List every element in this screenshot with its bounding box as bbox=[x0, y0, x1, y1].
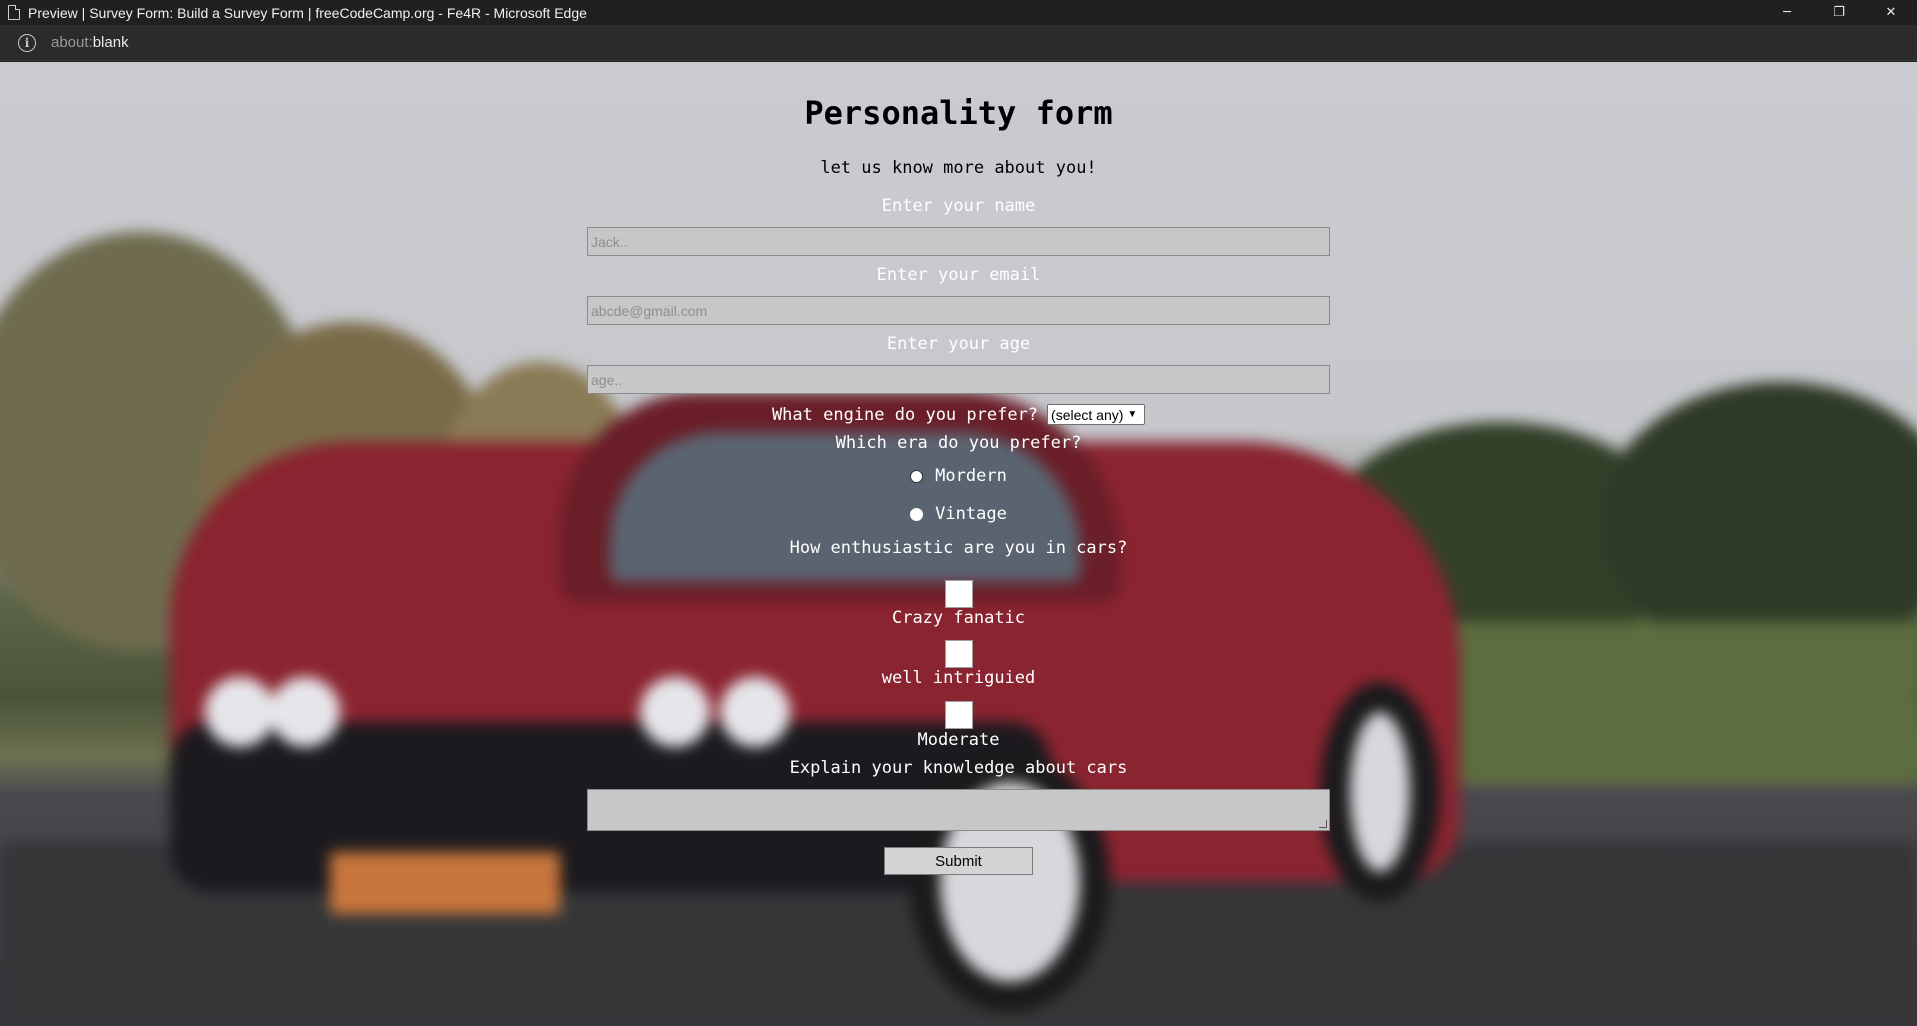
chevron-down-icon: ▼ bbox=[1127, 409, 1138, 420]
info-icon[interactable]: i bbox=[18, 33, 36, 52]
radio-label: Mordern bbox=[935, 466, 1007, 486]
url-scheme: about: bbox=[51, 34, 93, 51]
knowledge-label: Explain your knowledge about cars bbox=[789, 758, 1128, 778]
radio-label: Vintage bbox=[935, 504, 1007, 524]
enthusiasm-label: How enthusiastic are you in cars? bbox=[789, 538, 1128, 558]
era-option-vintage[interactable]: Vintage bbox=[0, 504, 1917, 524]
email-label: Enter your email bbox=[876, 265, 1041, 285]
name-label: Enter your name bbox=[881, 196, 1036, 216]
radio-mordern[interactable] bbox=[910, 469, 924, 483]
checkbox-well-intriguied[interactable] bbox=[945, 640, 973, 668]
engine-label: What engine do you prefer? bbox=[771, 404, 1039, 425]
submit-button[interactable]: Submit bbox=[884, 847, 1033, 875]
engine-selected-value: (select any) bbox=[1051, 406, 1124, 423]
window-title: Preview | Survey Form: Build a Survey Fo… bbox=[28, 4, 587, 21]
era-label: Which era do you prefer? bbox=[835, 433, 1082, 453]
address-bar[interactable]: i about:blank bbox=[0, 25, 1917, 61]
url-host: blank bbox=[92, 34, 129, 51]
checkbox-moderate[interactable] bbox=[945, 701, 973, 729]
radio-vintage[interactable] bbox=[910, 507, 924, 521]
page-title: Personality form bbox=[804, 94, 1113, 132]
engine-dropdown[interactable]: (select any) ▼ bbox=[1047, 404, 1146, 425]
checkbox-label: Moderate bbox=[917, 730, 1000, 750]
page-icon bbox=[8, 5, 20, 20]
description: let us know more about you! bbox=[820, 158, 1097, 178]
checkbox-label: Crazy fanatic bbox=[891, 608, 1026, 628]
url-text[interactable]: about:blank bbox=[51, 34, 129, 51]
age-label: Enter your age bbox=[886, 334, 1031, 354]
name-input[interactable]: Jack.. bbox=[587, 227, 1330, 256]
checkbox-label: well intriguied bbox=[881, 668, 1036, 688]
age-input[interactable]: age.. bbox=[587, 365, 1330, 394]
email-input[interactable]: abcde@gmail.com bbox=[587, 296, 1330, 325]
close-button[interactable]: ✕ bbox=[1865, 0, 1917, 25]
engine-row: What engine do you prefer? (select any) … bbox=[0, 404, 1917, 425]
resize-handle-icon[interactable] bbox=[1319, 820, 1327, 828]
era-option-mordern[interactable]: Mordern bbox=[0, 466, 1917, 486]
minimize-button[interactable]: ─ bbox=[1761, 0, 1813, 25]
page-viewport: Personality form let us know more about … bbox=[0, 62, 1917, 1026]
title-bar: Preview | Survey Form: Build a Survey Fo… bbox=[0, 0, 1917, 25]
restore-button[interactable]: ❐ bbox=[1813, 0, 1865, 25]
checkbox-crazy-fanatic[interactable] bbox=[945, 580, 973, 608]
knowledge-textarea[interactable] bbox=[587, 789, 1330, 831]
survey-form: Personality form let us know more about … bbox=[0, 62, 1917, 1026]
window-controls: ─ ❐ ✕ bbox=[1761, 0, 1917, 25]
